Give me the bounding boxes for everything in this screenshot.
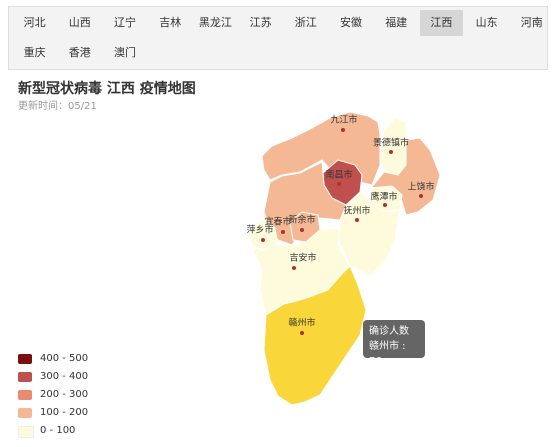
tab-5[interactable]: 江苏 bbox=[239, 10, 282, 36]
legend-label: 100 - 200 bbox=[40, 407, 89, 418]
tab-13[interactable]: 香港 bbox=[58, 40, 101, 66]
tooltip-title: 确诊人数 bbox=[369, 326, 409, 337]
tab-14[interactable]: 澳门 bbox=[103, 40, 146, 66]
legend-swatch bbox=[18, 426, 34, 438]
tooltip-value: 76 bbox=[369, 356, 382, 367]
city-label-nanchang: 南昌市 bbox=[325, 170, 353, 181]
tooltip-separator: : bbox=[399, 341, 406, 352]
map-tooltip: 确诊人数 赣州市 : 76 bbox=[363, 320, 425, 367]
tooltip-row: 赣州市 : 76 bbox=[369, 339, 419, 369]
city-label-yingtan: 鹰潭市 bbox=[370, 192, 398, 203]
tab-7[interactable]: 安徽 bbox=[329, 10, 372, 36]
tab-9[interactable]: 江西 bbox=[419, 10, 463, 36]
tab-6[interactable]: 浙江 bbox=[284, 10, 327, 36]
tab-8[interactable]: 福建 bbox=[375, 10, 418, 36]
tooltip-city: 赣州市 bbox=[369, 341, 399, 352]
tab-3[interactable]: 吉林 bbox=[149, 10, 192, 36]
legend-swatch bbox=[18, 408, 32, 418]
legend-label: 300 - 400 bbox=[40, 371, 89, 382]
city-label-jingdezhen: 景德镇市 bbox=[372, 138, 410, 149]
legend-swatch bbox=[18, 372, 32, 382]
tab-12[interactable]: 重庆 bbox=[13, 40, 56, 66]
legend-label: 200 - 300 bbox=[40, 389, 89, 400]
legend-label: 400 - 500 bbox=[40, 353, 89, 364]
tab-4[interactable]: 黑龙江 bbox=[194, 10, 237, 36]
tab-1[interactable]: 山西 bbox=[58, 10, 101, 36]
legend-swatch bbox=[18, 354, 32, 364]
legend-swatch bbox=[18, 390, 32, 400]
city-label-shangrao: 上饶市 bbox=[407, 182, 435, 193]
city-label-fuzhou: 抚州市 bbox=[343, 206, 371, 217]
city-label-jian: 吉安市 bbox=[289, 253, 317, 264]
page-title: 新型冠状病毒 江西 疫情地图 bbox=[18, 81, 196, 97]
city-label-jiujiang: 九江市 bbox=[330, 115, 358, 126]
tab-10[interactable]: 山东 bbox=[465, 10, 508, 36]
legend-label: 0 - 100 bbox=[40, 425, 76, 436]
update-time: 更新时间：05/21 bbox=[18, 101, 97, 112]
province-tab-bar: 河北 山西 辽宁 吉林 黑龙江 江苏 浙江 安徽 福建 江西 山东 河南 重庆 香港 澳门 bbox=[8, 6, 548, 70]
city-label-ganzhou: 赣州市 bbox=[288, 318, 316, 329]
tab-11[interactable]: 河南 bbox=[510, 10, 553, 36]
tab-2[interactable]: 辽宁 bbox=[103, 10, 146, 36]
tab-0[interactable]: 河北 bbox=[13, 10, 56, 36]
city-label-xinyu: 新余市 bbox=[288, 215, 316, 226]
city-label-pingxiang: 萍乡市 bbox=[246, 225, 274, 236]
